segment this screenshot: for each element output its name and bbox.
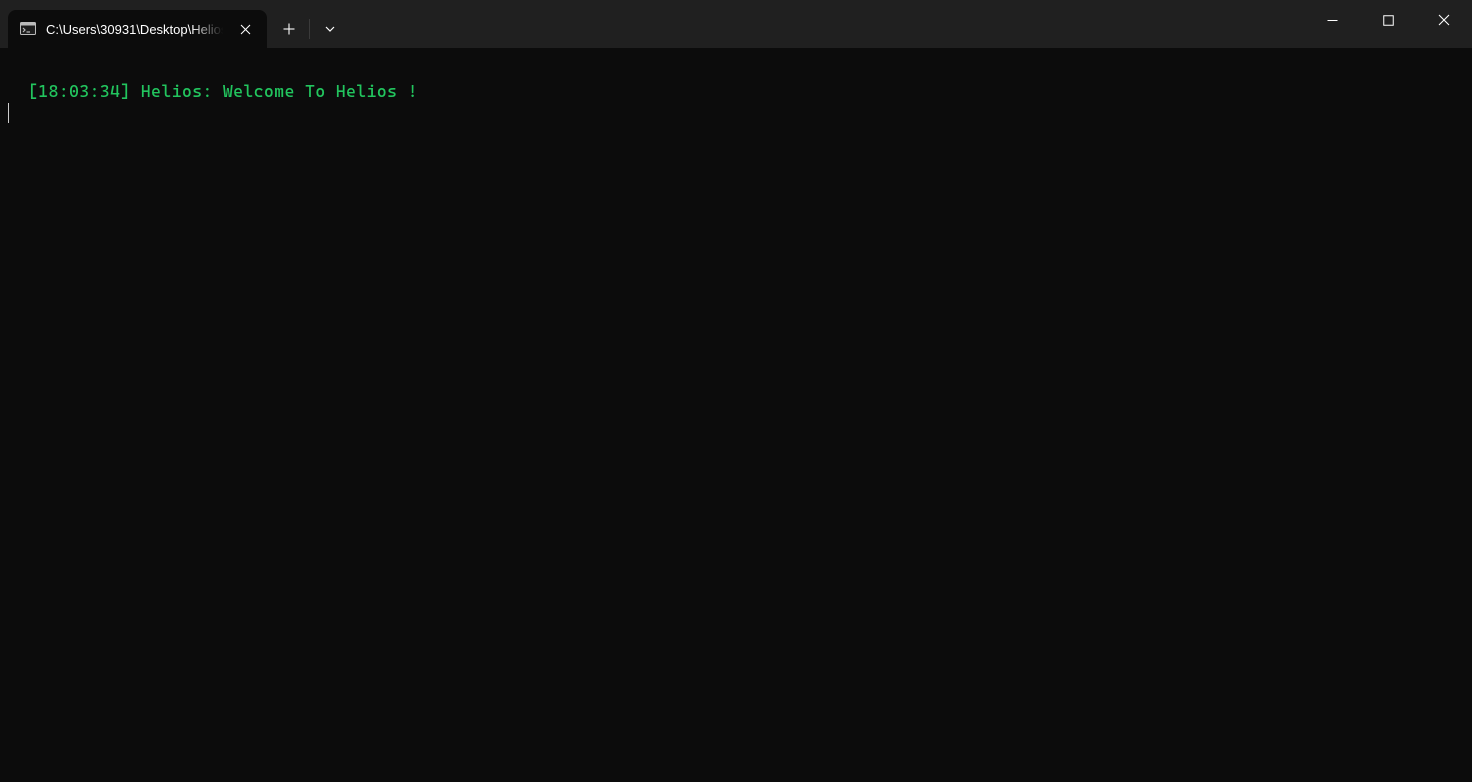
minimize-icon [1327, 15, 1338, 26]
titlebar: C:\Users\30931\Desktop\Helios [0, 0, 1472, 48]
maximize-button[interactable] [1360, 0, 1416, 40]
plus-icon [283, 23, 295, 35]
tab-close-button[interactable] [233, 17, 257, 41]
minimize-button[interactable] [1304, 0, 1360, 40]
close-window-button[interactable] [1416, 0, 1472, 40]
terminal-line: [18:03:34] Helios: Welcome To Helios ! [28, 81, 418, 101]
window-controls [1304, 0, 1472, 48]
maximize-icon [1383, 15, 1394, 26]
close-icon [240, 24, 251, 35]
terminal-app-icon [20, 21, 36, 37]
tab-active[interactable]: C:\Users\30931\Desktop\Helios [8, 10, 267, 48]
tab-actions [267, 0, 348, 48]
terminal-cursor [8, 103, 9, 123]
new-tab-button[interactable] [271, 11, 307, 47]
separator [309, 19, 310, 39]
tab-title: C:\Users\30931\Desktop\Helios [46, 22, 227, 37]
chevron-down-icon [324, 23, 336, 35]
close-icon [1438, 14, 1450, 26]
terminal-viewport[interactable]: [18:03:34] Helios: Welcome To Helios ! [0, 48, 1472, 782]
tab-dropdown-button[interactable] [312, 11, 348, 47]
tab-strip: C:\Users\30931\Desktop\Helios [0, 0, 267, 48]
